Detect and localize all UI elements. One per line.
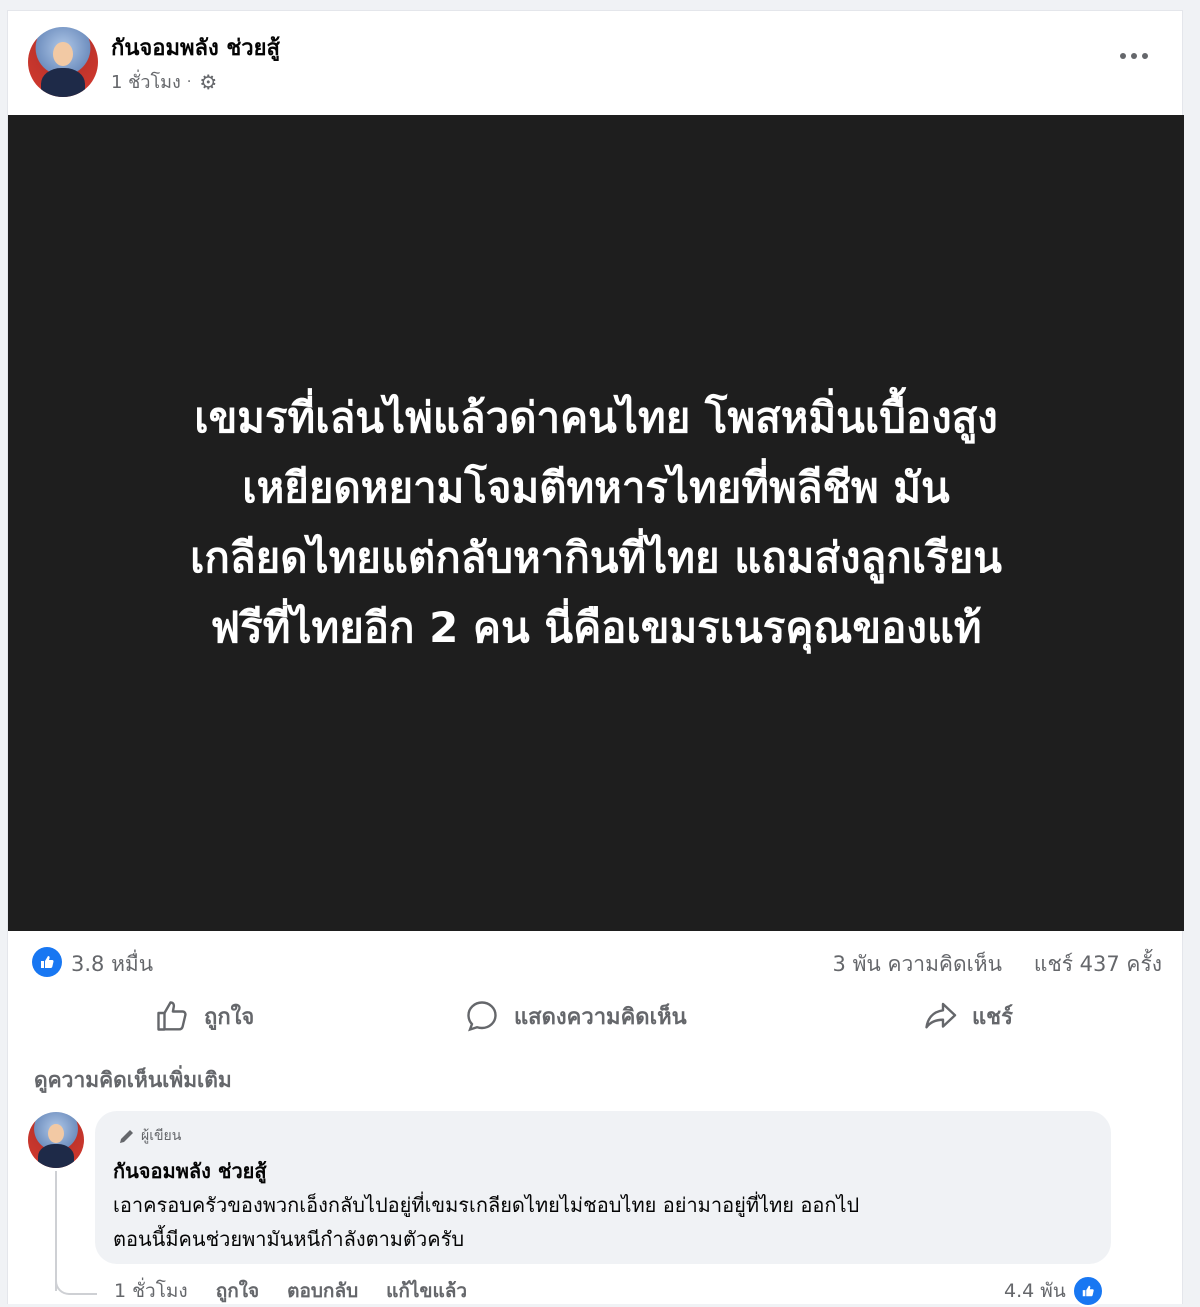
thumbs-up-icon — [157, 1001, 187, 1031]
author-badge-label: ผู้เขียน — [141, 1128, 182, 1144]
post-stats: 3.8 หมื่น 3 พัน ความคิดเห็น แชร์ 437 ครั… — [8, 941, 1184, 985]
share-button[interactable]: แชร์ — [922, 991, 1013, 1041]
comment-reactions[interactable]: 4.4 พัน — [1004, 1275, 1104, 1307]
comment-icon — [467, 1001, 497, 1032]
like-reaction-icon — [1071, 1275, 1104, 1307]
comment-count[interactable]: 3 พัน ความคิดเห็น — [833, 948, 1002, 981]
comment-button[interactable]: แสดงความคิดเห็น — [464, 991, 687, 1041]
post-time[interactable]: 1 ชั่วโมง — [111, 67, 181, 96]
image-text-line: เกลียดไทยแต่กลับหากินที่ไทย แถมส่งลูกเรี… — [190, 533, 1002, 582]
comment-bubble: ผู้เขียน กันจอมพลัง ช่วยสู้ เอาครอบครัวข… — [95, 1111, 1111, 1264]
more-options-button[interactable] — [1114, 41, 1154, 71]
comment-actions: 1 ชั่วโมง ถูกใจ ตอบกลับ แก้ไขแล้ว — [114, 1276, 467, 1306]
dot-icon — [1120, 53, 1126, 59]
like-label: ถูกใจ — [204, 1004, 255, 1030]
comment-label: แสดงความคิดเห็น — [514, 1004, 687, 1030]
share-count[interactable]: แชร์ 437 ครั้ง — [1034, 948, 1162, 981]
comment-reply-button[interactable]: ตอบกลับ — [287, 1276, 358, 1306]
comment-time[interactable]: 1 ชั่วโมง — [114, 1276, 188, 1306]
author-avatar[interactable] — [28, 27, 98, 97]
image-text-line: เขมรที่เล่นไพ่แล้วด่าคนไทย โพสหมิ่นเบื้อ… — [194, 393, 998, 442]
post-card: กันจอมพลัง ช่วยสู้ 1 ชั่วโมง · ⚙ เขมรที่… — [7, 10, 1184, 1307]
thread-connector — [55, 1273, 97, 1295]
action-bar: ถูกใจ แสดงความคิดเห็น แชร์ — [8, 991, 1184, 1041]
view-more-comments-link[interactable]: ดูความคิดเห็นเพิ่มเติม — [34, 1064, 232, 1097]
image-text-line: ฟรีที่ไทยอีก 2 คน นี่คือเขมรเนรคุณของแท้ — [210, 603, 982, 652]
comment-edited-label[interactable]: แก้ไขแล้ว — [386, 1276, 467, 1306]
meta-separator: · — [186, 73, 192, 90]
commenter-avatar[interactable] — [28, 1112, 84, 1168]
comment-text: เอาครอบครัวของพวกเอ็งกลับไปอยู่ที่เขมรเก… — [113, 1188, 859, 1256]
post-image-text: เขมรที่เล่นไพ่แล้วด่าคนไทย โพสหมิ่นเบื้อ… — [36, 383, 1156, 663]
like-reaction-icon[interactable] — [32, 947, 62, 977]
comment-text-line: เอาครอบครัวของพวกเอ็งกลับไปอยู่ที่เขมรเก… — [113, 1193, 860, 1217]
dot-icon — [1131, 53, 1137, 59]
post-image[interactable]: เขมรที่เล่นไพ่แล้วด่าคนไทย โพสหมิ่นเบื้อ… — [8, 115, 1184, 931]
comment-text-line: ตอนนี้มีคนช่วยพามันหนีกำลังตามตัวครับ — [113, 1227, 465, 1251]
pencil-icon — [120, 1130, 133, 1143]
commenter-name[interactable]: กันจอมพลัง ช่วยสู้ — [113, 1155, 267, 1187]
author-badge: ผู้เขียน — [117, 1125, 181, 1147]
share-icon — [925, 1002, 957, 1029]
share-label: แชร์ — [972, 1004, 1013, 1030]
comment-reaction-count: 4.4 พัน — [1004, 1280, 1066, 1302]
gear-icon[interactable]: ⚙ — [197, 70, 219, 94]
author-name[interactable]: กันจอมพลัง ช่วยสู้ — [111, 30, 280, 65]
post-meta: 1 ชั่วโมง · ⚙ — [111, 67, 219, 96]
dot-icon — [1142, 53, 1148, 59]
comment-like-button[interactable]: ถูกใจ — [216, 1276, 259, 1306]
image-text-line: เหยียดหยามโจมตีทหารไทยที่พลีชีพ มัน — [242, 463, 950, 512]
like-button[interactable]: ถูกใจ — [154, 991, 254, 1041]
reaction-count[interactable]: 3.8 หมื่น — [71, 948, 153, 981]
